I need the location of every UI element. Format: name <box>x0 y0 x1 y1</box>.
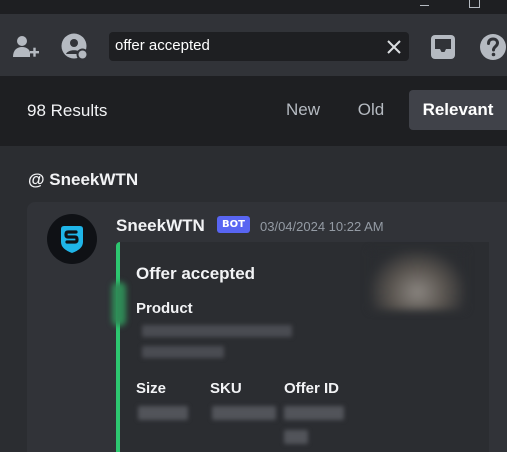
inbox-icon[interactable] <box>428 32 458 62</box>
redacted-offer-id-line-2 <box>284 430 308 444</box>
results-count: 98 Results <box>27 101 108 120</box>
field-product-label: Product <box>136 300 193 317</box>
embed-title: Offer accepted <box>136 264 256 283</box>
redacted-product-line-1 <box>142 325 292 337</box>
field-offer-id-label: Offer ID <box>284 380 340 397</box>
profile-icon[interactable] <box>60 32 90 62</box>
redacted-offer-id-line-1 <box>284 406 344 420</box>
field-sku-label: SKU <box>210 380 242 397</box>
redacted-sku-value <box>212 406 276 420</box>
embed: Offer accepted Product Size SKU Offer ID <box>112 242 489 452</box>
search-query: offer accepted <box>115 37 210 54</box>
timestamp: 03/04/2024 10:22 AM <box>260 219 384 234</box>
tab-old[interactable]: Old <box>348 90 394 130</box>
tab-new[interactable]: New <box>276 90 330 130</box>
author-name[interactable]: SneekWTN <box>116 216 205 236</box>
maximize-icon[interactable] <box>468 0 480 14</box>
tab-relevant[interactable]: Relevant <box>409 90 507 130</box>
field-size-label: Size <box>136 380 167 397</box>
results-header: 98 Results New Old Relevant <box>0 76 507 146</box>
search-result-message[interactable]: SneekWTN BOT 03/04/2024 10:22 AM Offer a… <box>27 202 507 452</box>
embed-accent-glow <box>112 282 126 326</box>
minimize-icon[interactable] <box>418 0 430 14</box>
title-bar <box>0 0 507 14</box>
search-input[interactable]: offer accepted <box>109 32 409 61</box>
avatar[interactable] <box>47 214 97 264</box>
bot-badge: BOT <box>217 216 250 233</box>
add-friend-icon[interactable] <box>10 32 40 62</box>
close-icon[interactable] <box>387 39 401 54</box>
channel-name[interactable]: @ SneekWTN <box>28 170 138 190</box>
redacted-size-value <box>138 406 188 420</box>
toolbar: offer accepted <box>0 14 507 76</box>
help-icon[interactable] <box>478 32 507 62</box>
redacted-product-line-2 <box>142 346 224 358</box>
product-thumbnail[interactable] <box>370 250 465 310</box>
